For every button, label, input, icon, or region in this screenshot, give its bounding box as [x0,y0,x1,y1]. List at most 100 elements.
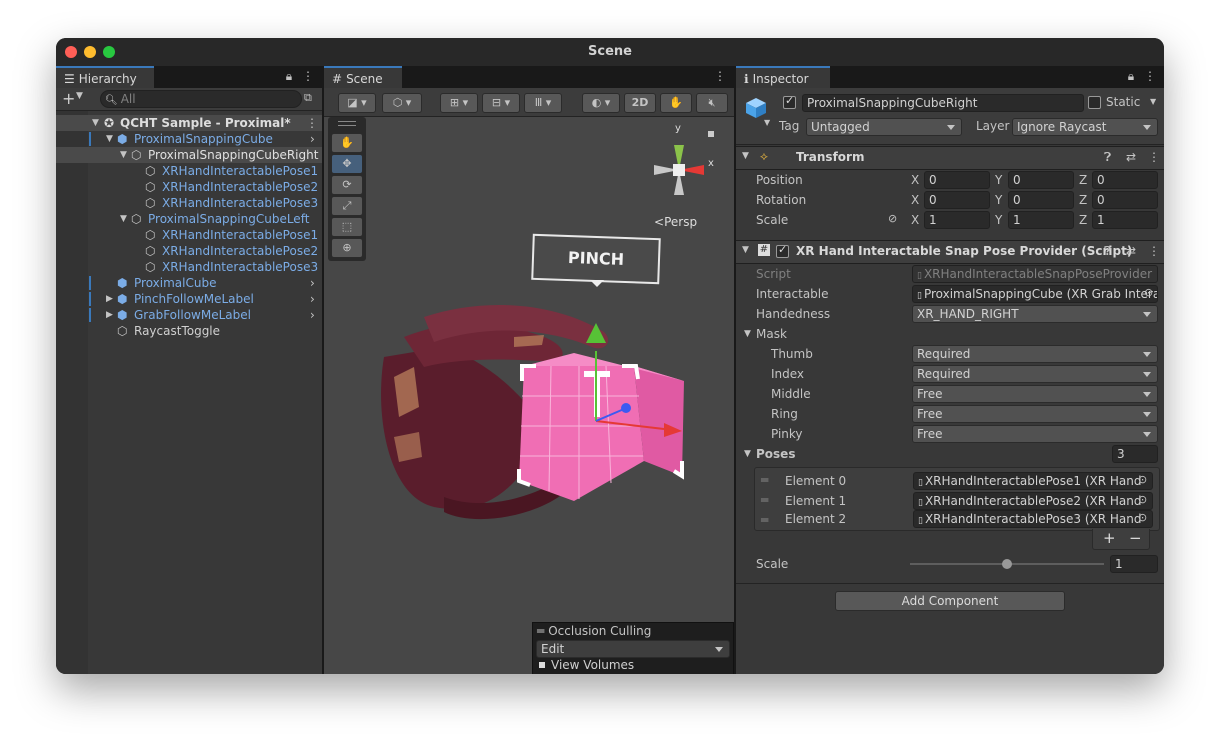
hand-tool-button[interactable]: ✋ [331,133,363,153]
tree-row[interactable]: ⬡ XRHandInteractablePose1 [56,163,322,179]
tab-inspector[interactable]: ℹ Inspector [736,66,830,88]
mask-pinky-dropdown[interactable]: Free [912,425,1158,443]
projection-toggle[interactable]: <Persp [654,215,697,229]
chevron-right-icon[interactable]: › [310,131,315,147]
pose-element-field[interactable]: ▯ XRHandInteractablePose3 (XR Hand [913,510,1153,528]
snapping-cube[interactable] [514,351,694,521]
pose-element-field[interactable]: ▯ XRHandInteractablePose1 (XR Hand [913,472,1153,490]
move-gizmo-y-arrow[interactable] [586,323,606,349]
constrain-proportions-icon[interactable]: ⊘ [888,212,897,225]
lighting-toggle-button[interactable]: ✋ [660,93,692,113]
add-object-button[interactable]: + [62,89,75,108]
poses-count-field[interactable]: 3 [1112,445,1158,463]
mode-2d-button[interactable]: 2D [624,93,656,113]
rotation-y-field[interactable]: 0 [1008,191,1074,209]
position-x-field[interactable]: 0 [924,171,990,189]
tree-row[interactable]: ⬡ XRHandInteractablePose2 [56,243,322,259]
transform-header[interactable]: ▼ ⟡ Transform ❓︎ ⇄ ⋮ [736,146,1164,170]
expand-arrow-icon[interactable]: ▼ [120,211,127,227]
object-name-input[interactable]: ProximalSnappingCubeRight [802,94,1084,112]
chevron-right-icon[interactable]: › [310,307,315,323]
tab-scene[interactable]: # Scene [324,66,402,88]
position-z-field[interactable]: 0 [1092,171,1158,189]
tree-row[interactable]: ⬢ ProximalCube › [56,275,322,291]
rotation-x-field[interactable]: 0 [924,191,990,209]
script-component-header[interactable]: ▼ # ✓ XR Hand Interactable Snap Pose Pro… [736,240,1164,264]
object-picker-icon[interactable]: ⊙ [1138,473,1147,486]
mask-thumb-dropdown[interactable]: Required [912,345,1158,363]
handedness-dropdown[interactable]: XR_HAND_RIGHT [912,305,1158,323]
help-icon[interactable]: ❓︎ [1104,150,1111,165]
expand-arrow-icon[interactable]: ▼ [92,115,99,131]
static-checkbox[interactable] [1088,96,1101,109]
object-picker-icon[interactable]: ⊙ [1144,286,1153,299]
transform-tool-button[interactable]: ⊕ [331,238,363,258]
tree-row-selected[interactable]: ▼ ⬡ ProximalSnappingCubeRight [56,147,322,163]
expand-arrow-icon[interactable]: ▼ [106,131,113,147]
tree-row[interactable]: ▼ ⬢ ProximalSnappingCube › [56,131,322,147]
more-menu-icon[interactable]: ⋮ [1144,69,1156,83]
view-volumes-toggle[interactable]: View Volumes [539,658,634,672]
pose-element-field[interactable]: ▯ XRHandInteractablePose2 (XR Hand [913,492,1153,510]
presets-icon[interactable]: ⇄ [1126,150,1136,164]
rotation-z-field[interactable]: 0 [1092,191,1158,209]
active-checkbox[interactable]: ✓ [783,94,796,109]
more-menu-icon[interactable]: ⋮ [1148,150,1160,164]
scale-z-field[interactable]: 1 [1092,211,1158,229]
interactable-field[interactable]: ▯ ProximalSnappingCube (XR Grab Intera [912,285,1158,303]
position-y-field[interactable]: 0 [1008,171,1074,189]
scene-viewport[interactable]: ✋ ✥ ⟳ ⤢ ⬚ ⊕ y x <Persp PINCH ═ Occlusion… [324,117,734,674]
more-menu-icon[interactable]: ⋮ [302,69,314,83]
rotate-tool-button[interactable]: ⟳ [331,175,363,195]
chevron-down-icon[interactable]: ▼ [76,91,83,101]
tree-row[interactable]: ▼ ⬡ ProximalSnappingCubeLeft [56,211,322,227]
static-dropdown-arrow[interactable]: ▼ [1150,97,1156,106]
foldout-arrow-icon[interactable]: ▼ [744,449,751,459]
add-element-button[interactable]: + [1103,529,1116,547]
search-options-icon[interactable]: ⧉ [304,91,312,105]
orientation-gizmo[interactable] [634,125,724,215]
tag-dropdown[interactable]: Untagged [806,118,962,136]
shading-mode-button[interactable]: ◐ ▾ [582,93,620,113]
tree-row[interactable]: ▶ ⬢ GrabFollowMeLabel › [56,307,322,323]
tree-row[interactable]: ⬡ XRHandInteractablePose3 [56,195,322,211]
tree-row[interactable]: ⬡ RaycastToggle [56,323,322,339]
object-picker-icon[interactable]: ⊙ [1138,493,1147,506]
lock-icon[interactable]: 🔒︎ [1128,69,1134,83]
palette-handle[interactable] [338,121,356,126]
drag-handle-icon[interactable]: ═ [761,493,768,507]
remove-element-button[interactable]: − [1129,529,1142,547]
expand-arrow-icon[interactable]: ▶ [106,291,113,307]
slider-scale-field[interactable]: 1 [1110,555,1158,573]
object-picker-icon[interactable]: ⊙ [1138,511,1147,524]
lock-icon[interactable]: 🔒︎ [286,69,292,83]
scene-visibility-button[interactable]: Ⅲ ▾ [524,93,562,113]
more-menu-icon[interactable]: ⋮ [1148,244,1160,258]
tree-row-scene[interactable]: ▼ ✪ QCHT Sample - Proximal* ⋮ [56,115,322,131]
mask-ring-dropdown[interactable]: Free [912,405,1158,423]
scale-slider-track[interactable] [910,559,1104,569]
hierarchy-search-input[interactable]: 🔍︎ All [100,90,302,108]
occlusion-mode-dropdown[interactable]: Edit [536,640,730,658]
scale-tool-button[interactable]: ⤢ [331,196,363,216]
pinch-label-board[interactable]: PINCH [531,233,661,285]
chevron-right-icon[interactable]: › [310,275,315,291]
tree-row[interactable]: ⬡ XRHandInteractablePose1 [56,227,322,243]
drag-handle-icon[interactable]: ═ [761,473,768,487]
tree-row[interactable]: ▶ ⬢ PinchFollowMeLabel › [56,291,322,307]
drag-handle-icon[interactable]: ═ [761,513,768,527]
expand-arrow-icon[interactable]: ▼ [120,147,127,163]
layer-dropdown[interactable]: Ignore Raycast [1012,118,1158,136]
move-tool-button[interactable]: ✥ [331,154,363,174]
tree-row[interactable]: ⬡ XRHandInteractablePose2 [56,179,322,195]
scale-slider-thumb[interactable] [1002,559,1012,569]
render-mode-button[interactable]: ⬡ ▾ [382,93,422,113]
chevron-right-icon[interactable]: › [310,291,315,307]
help-icon[interactable]: ❓︎ [1104,244,1111,259]
tab-hierarchy[interactable]: ☰ Hierarchy [56,66,154,88]
expand-arrow-icon[interactable]: ▶ [106,307,113,323]
tree-row[interactable]: ⬡ XRHandInteractablePose3 [56,259,322,275]
chevron-down-icon[interactable]: ▼ [764,118,770,127]
scale-y-field[interactable]: 1 [1008,211,1074,229]
occlusion-title-row[interactable]: ═ Occlusion Culling [537,624,651,638]
